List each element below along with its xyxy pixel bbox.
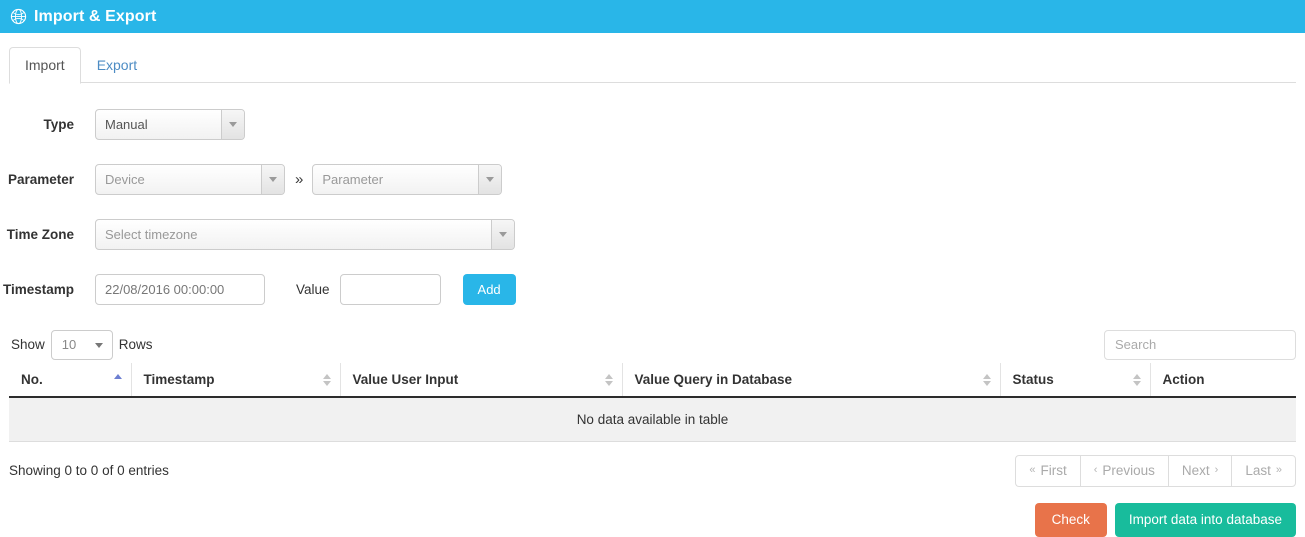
globe-icon — [10, 8, 27, 25]
tab-export[interactable]: Export — [81, 47, 153, 84]
chevron-down-icon — [269, 177, 277, 182]
chevron-down-icon — [486, 177, 495, 182]
timezone-select-toggle[interactable] — [491, 220, 514, 249]
timestamp-input[interactable] — [95, 274, 265, 305]
page-title: Import & Export — [34, 7, 157, 25]
parameter-label: Parameter — [7, 171, 74, 187]
column-label: Value Query in Database — [634, 372, 793, 387]
pagination-label: Next — [1181, 463, 1210, 478]
pagination-next[interactable]: Next › — [1167, 455, 1232, 487]
sort-none-icon — [1132, 373, 1142, 387]
table-body: No data available in table — [9, 397, 1296, 442]
parameter-select-value: Parameter — [322, 173, 384, 186]
column-label: No. — [21, 372, 43, 387]
table-empty-row: No data available in table — [9, 397, 1296, 442]
pagination-label: First — [1040, 463, 1067, 478]
column-header-action: Action — [1150, 363, 1296, 398]
pagination: « First ‹ Previous Next › Last » — [1015, 455, 1296, 487]
timezone-select[interactable]: Select timezone — [95, 219, 515, 250]
search-input[interactable] — [1104, 329, 1296, 360]
parameter-select-toggle[interactable] — [478, 165, 502, 194]
type-select[interactable]: Manual — [95, 109, 245, 140]
table-header-row: No. Timestamp Value User Input Value Que… — [9, 363, 1296, 398]
rows-label: Rows — [118, 336, 153, 352]
column-label: Timestamp — [143, 372, 215, 387]
column-header-status[interactable]: Status — [1000, 363, 1151, 398]
column-label: Value User Input — [352, 372, 459, 387]
pagination-previous[interactable]: ‹ Previous — [1079, 455, 1168, 487]
sort-none-icon — [322, 373, 332, 387]
show-rows-control: Show 10 Rows — [9, 329, 155, 360]
import-data-table: No. Timestamp Value User Input Value Que… — [9, 363, 1296, 442]
sort-asc-icon — [113, 373, 123, 387]
column-label: Action — [1162, 372, 1205, 387]
show-label: Show — [11, 336, 45, 352]
column-header-value-query-in-database[interactable]: Value Query in Database — [622, 363, 1001, 398]
pagination-label: Previous — [1102, 463, 1155, 478]
tab-import[interactable]: Import — [9, 47, 81, 84]
data-table-section: Show 10 Rows No. — [0, 326, 1305, 487]
tab-strip: Import Export — [0, 33, 1305, 84]
table-header: No. Timestamp Value User Input Value Que… — [9, 363, 1296, 398]
import-data-button[interactable]: Import data into database — [1114, 502, 1296, 537]
timezone-select-value: Select timezone — [105, 228, 198, 241]
table-controls: Show 10 Rows — [9, 326, 1296, 363]
form-row-timestamp: Timestamp Value Add — [0, 262, 1305, 317]
column-header-timestamp[interactable]: Timestamp — [131, 363, 341, 398]
column-header-value-user-input[interactable]: Value User Input — [340, 363, 623, 398]
chevron-right-icon: › — [1214, 464, 1219, 477]
column-header-no[interactable]: No. — [9, 363, 132, 398]
check-button[interactable]: Check — [1034, 502, 1107, 537]
double-chevron-right-icon: » — [1275, 464, 1282, 477]
form-row-timezone: Time Zone Select timezone — [0, 207, 1305, 262]
value-input[interactable] — [339, 274, 441, 305]
form-row-parameter: Parameter Device » Parameter — [0, 152, 1305, 207]
type-select-toggle[interactable] — [221, 110, 244, 139]
chevron-down-icon — [499, 232, 507, 237]
pagination-label: Last — [1245, 463, 1271, 478]
double-chevron-left-icon: « — [1029, 464, 1036, 477]
rows-per-page-wrap[interactable]: 10 — [47, 329, 117, 360]
type-label: Type — [43, 116, 74, 132]
action-bar: Check Import data into database — [0, 487, 1305, 537]
empty-message: No data available in table — [9, 397, 1296, 442]
sort-none-icon — [982, 373, 992, 387]
value-label: Value — [296, 281, 330, 297]
column-label: Status — [1012, 372, 1054, 387]
app-header: Import & Export — [0, 0, 1305, 33]
import-form: Type Manual Parameter Device » Parameter… — [0, 83, 1305, 317]
pagination-last[interactable]: Last » — [1231, 455, 1296, 487]
entries-info: Showing 0 to 0 of 0 entries — [9, 463, 169, 478]
timezone-label: Time Zone — [6, 226, 74, 242]
parameter-separator-icon: » — [295, 171, 304, 188]
device-select[interactable]: Device — [95, 164, 285, 195]
chevron-down-icon — [229, 122, 237, 127]
table-footer: Showing 0 to 0 of 0 entries « First ‹ Pr… — [9, 455, 1296, 487]
form-row-type: Type Manual — [0, 97, 1305, 152]
device-select-toggle[interactable] — [261, 165, 284, 194]
pagination-first[interactable]: « First — [1015, 455, 1080, 487]
timestamp-label: Timestamp — [2, 281, 74, 297]
parameter-select[interactable]: Parameter — [312, 164, 503, 195]
add-button[interactable]: Add — [462, 274, 516, 305]
device-select-value: Device — [105, 173, 145, 186]
sort-none-icon — [604, 373, 614, 387]
type-select-value: Manual — [105, 118, 148, 131]
rows-per-page-select[interactable]: 10 — [50, 329, 113, 360]
chevron-left-icon: ‹ — [1093, 464, 1098, 477]
